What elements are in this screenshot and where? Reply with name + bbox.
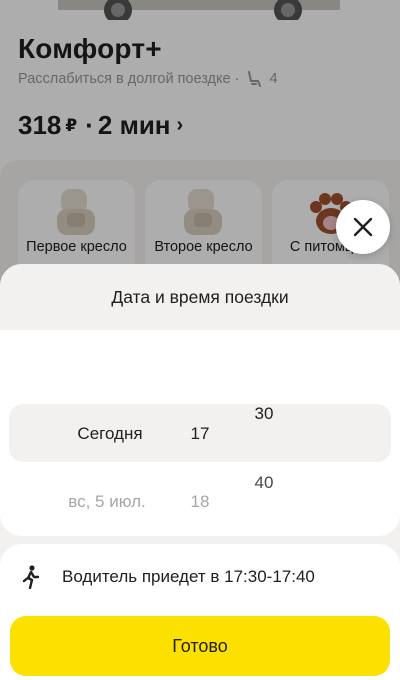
walking-person-icon: [22, 565, 40, 589]
picker-hour-selected[interactable]: 17: [180, 424, 220, 444]
driver-arrival-text: Водитель приедет в 17:30-17:40: [62, 567, 315, 586]
picker-day-selected[interactable]: Сегодня: [40, 424, 180, 444]
picker-minute-option[interactable]: 40: [244, 473, 284, 493]
sheet-title: Дата и время поездки: [0, 264, 400, 330]
close-button[interactable]: [336, 200, 390, 254]
done-button[interactable]: Готово: [10, 616, 390, 676]
date-time-picker[interactable]: Сегодня вс, 5 июл. 17 18 30 40: [0, 330, 400, 536]
done-button-area: Готово: [0, 610, 400, 680]
driver-arrival-info: Водитель приедет в 17:30-17:40: [0, 544, 400, 610]
picker-minute-selected[interactable]: 30: [244, 404, 284, 424]
picker-day-option[interactable]: вс, 5 июл.: [37, 492, 177, 512]
close-icon: [353, 217, 373, 237]
picker-hour-option[interactable]: 18: [180, 492, 220, 512]
date-time-sheet: Дата и время поездки Сегодня вс, 5 июл. …: [0, 264, 400, 680]
